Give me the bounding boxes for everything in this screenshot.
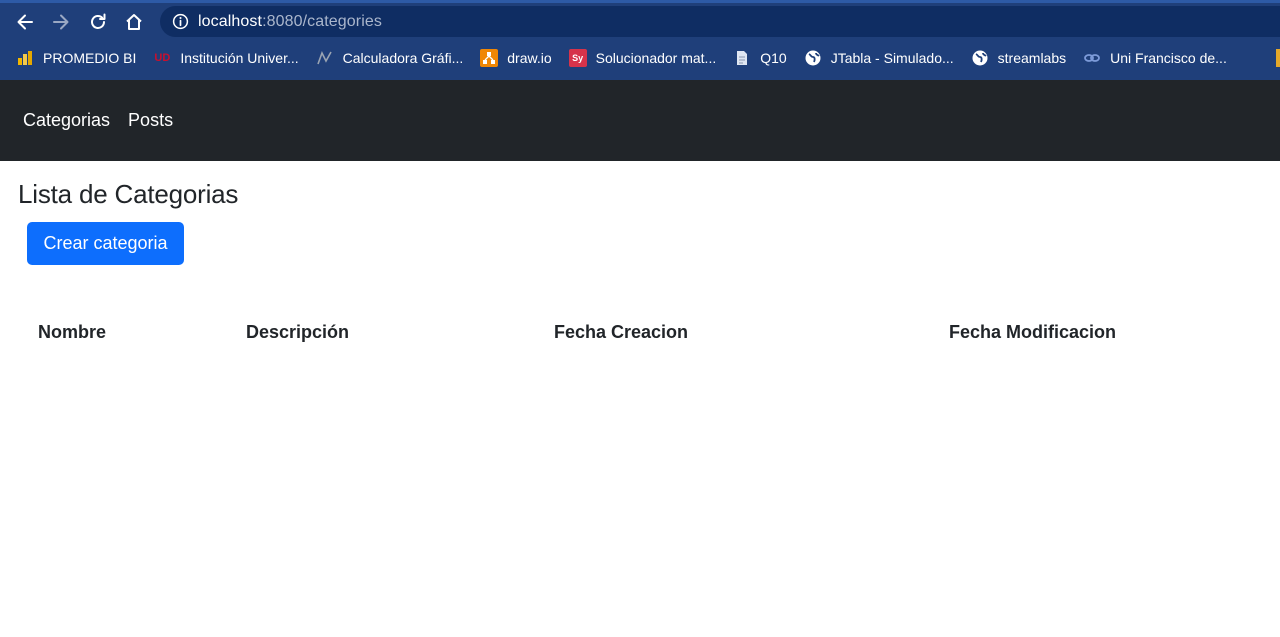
nav-link-categorias[interactable]: Categorias bbox=[23, 110, 110, 131]
globe-icon bbox=[804, 49, 822, 67]
bar-chart-icon bbox=[16, 49, 34, 67]
graph-icon bbox=[316, 49, 334, 67]
url-path: :8080/categories bbox=[262, 12, 382, 30]
bookmark-label: Uni Francisco de... bbox=[1110, 50, 1227, 66]
bookmark-drawio[interactable]: draw.io bbox=[480, 49, 552, 67]
bookmark-label: Calculadora Gráfi... bbox=[342, 50, 464, 66]
column-header-descripcion: Descripción bbox=[246, 322, 350, 342]
url-host: localhost bbox=[198, 12, 263, 30]
bookmark-jtabla[interactable]: JTabla - Simulado... bbox=[804, 49, 954, 67]
column-header-fecha-modificacion: Fecha Modificacion bbox=[949, 322, 1117, 342]
back-icon[interactable] bbox=[11, 8, 39, 36]
bookmark-label: JTabla - Simulado... bbox=[830, 50, 954, 66]
link-icon bbox=[1083, 49, 1101, 67]
bookmark-solucionador[interactable]: Sy Solucionador mat... bbox=[568, 49, 717, 67]
bookmark-label: Q10 bbox=[760, 50, 787, 66]
university-logo-icon: UD bbox=[154, 52, 171, 64]
drawio-icon bbox=[480, 49, 499, 67]
forward-icon[interactable] bbox=[47, 8, 75, 36]
address-bar[interactable]: localhost:8080/categories bbox=[160, 6, 1280, 37]
bookmark-promedio-bi[interactable]: PROMEDIO BI bbox=[16, 49, 136, 67]
home-icon[interactable] bbox=[120, 8, 148, 36]
page-title: Lista de Categorias bbox=[18, 179, 239, 209]
bookmark-q10[interactable]: Q10 bbox=[733, 49, 787, 67]
column-header-nombre: Nombre bbox=[38, 322, 107, 342]
bookmark-institucion[interactable]: UD Institución Univer... bbox=[153, 49, 298, 67]
bookmarks-bar: PROMEDIO BI UD Institución Univer... Cal… bbox=[0, 43, 1280, 73]
nav-link-posts[interactable]: Posts bbox=[128, 110, 173, 131]
bookmark-streamlabs[interactable]: streamlabs bbox=[971, 49, 1066, 67]
browser-chrome: localhost:8080/categories PROMEDIO BI UD… bbox=[0, 0, 1280, 80]
site-info-icon[interactable] bbox=[171, 13, 189, 31]
column-header-fecha-creacion: Fecha Creacion bbox=[554, 322, 689, 342]
globe-icon bbox=[971, 49, 989, 67]
url-text[interactable]: localhost:8080/categories bbox=[198, 13, 382, 31]
bookmark-label: PROMEDIO BI bbox=[43, 50, 137, 66]
bookmark-label: streamlabs bbox=[997, 50, 1067, 66]
bookmark-calculadora[interactable]: Calculadora Gráfi... bbox=[316, 49, 464, 67]
symbolab-icon: Sy bbox=[568, 49, 587, 67]
app-navbar: Categorias Posts bbox=[0, 80, 1280, 161]
categories-table-header: Nombre Descripción Fecha Creacion Fecha … bbox=[0, 322, 1280, 348]
bookmark-uni-francisco[interactable]: Uni Francisco de... bbox=[1083, 49, 1227, 67]
document-icon bbox=[733, 49, 751, 67]
bookmark-folder-edge[interactable] bbox=[1276, 49, 1280, 67]
create-category-button[interactable]: Crear categoria bbox=[27, 222, 184, 265]
bookmark-label: Institución Univer... bbox=[180, 50, 299, 66]
reload-icon[interactable] bbox=[84, 8, 112, 36]
bookmark-label: Solucionador mat... bbox=[595, 50, 717, 66]
bookmark-label: draw.io bbox=[507, 50, 552, 66]
